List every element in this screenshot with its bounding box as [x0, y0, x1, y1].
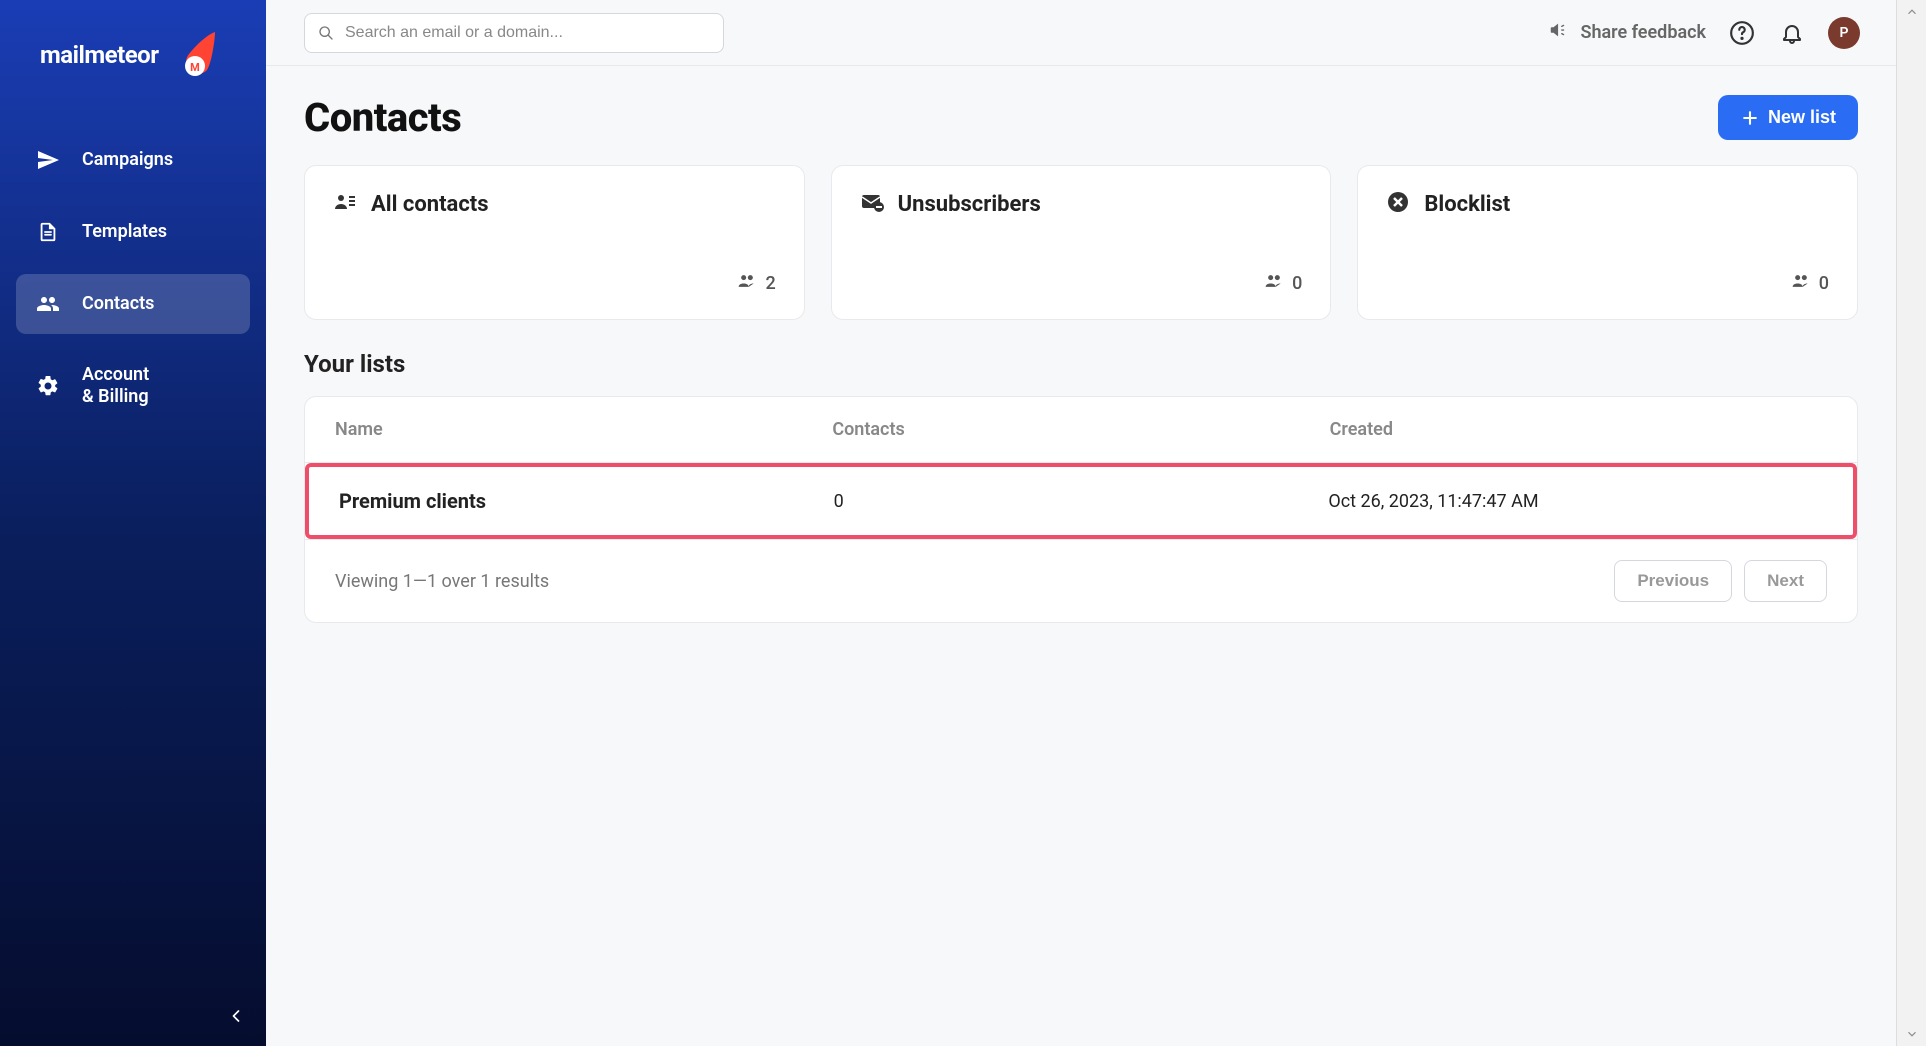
nav-label: Templates — [82, 221, 167, 243]
new-list-button[interactable]: New list — [1718, 95, 1858, 140]
table-row[interactable]: Premium clients 0 Oct 26, 2023, 11:47:47… — [305, 463, 1857, 539]
content: Contacts New list All contacts 2 — [266, 66, 1896, 1046]
table-header-row: Name Contacts Created — [305, 397, 1857, 463]
send-icon — [36, 148, 60, 172]
card-blocklist[interactable]: Blocklist 0 — [1357, 165, 1858, 320]
th-created: Created — [1330, 419, 1827, 440]
row-name: Premium clients — [339, 489, 834, 513]
sidebar-collapse-toggle[interactable] — [222, 1002, 250, 1030]
brand-logo[interactable]: mailmeteor M — [0, 20, 266, 110]
topbar-right: Share feedback P — [1548, 17, 1860, 49]
svg-text:M: M — [190, 61, 200, 74]
card-title: All contacts — [371, 192, 489, 217]
topbar: Share feedback P — [266, 0, 1896, 66]
feedback-label: Share feedback — [1580, 22, 1706, 43]
th-contacts: Contacts — [832, 419, 1329, 440]
row-created: Oct 26, 2023, 11:47:47 AM — [1328, 491, 1823, 512]
search-wrap — [304, 13, 724, 53]
document-icon — [36, 220, 60, 244]
unsubscribe-icon — [860, 190, 884, 218]
sidebar-item-contacts[interactable]: Contacts — [16, 274, 250, 334]
avatar[interactable]: P — [1828, 17, 1860, 49]
people-icon — [36, 292, 60, 316]
new-list-label: New list — [1768, 107, 1836, 128]
scrollbar-down-icon[interactable] — [1897, 1022, 1926, 1046]
sidebar: mailmeteor M Campaigns Templates — [0, 0, 266, 1046]
block-icon — [1386, 190, 1410, 218]
search-icon — [318, 25, 334, 41]
previous-button[interactable]: Previous — [1614, 560, 1732, 602]
card-title: Blocklist — [1424, 192, 1510, 217]
people-icon — [1791, 271, 1811, 295]
nav-label: Contacts — [82, 293, 154, 315]
table-footer: Viewing 1—1 over 1 results Previous Next — [305, 539, 1857, 622]
people-icon — [737, 271, 757, 295]
meteor-icon: M — [167, 30, 217, 80]
card-all-contacts[interactable]: All contacts 2 — [304, 165, 805, 320]
next-button[interactable]: Next — [1744, 560, 1827, 602]
gear-icon — [36, 374, 60, 398]
stat-cards-row: All contacts 2 Unsubscribers — [304, 165, 1858, 320]
nav-list: Campaigns Templates Contacts Account & B… — [0, 130, 266, 437]
share-feedback-button[interactable]: Share feedback — [1548, 19, 1706, 46]
row-contacts: 0 — [834, 491, 1329, 512]
result-text: Viewing 1—1 over 1 results — [335, 571, 549, 592]
nav-label: Campaigns — [82, 149, 173, 171]
megaphone-icon — [1548, 19, 1570, 46]
scrollbar[interactable] — [1896, 0, 1926, 1046]
sidebar-item-account-billing[interactable]: Account & Billing — [16, 346, 250, 425]
card-title: Unsubscribers — [898, 192, 1041, 217]
brand-name: mailmeteor — [40, 41, 159, 69]
person-list-icon — [333, 190, 357, 218]
notifications-button[interactable] — [1778, 19, 1806, 47]
search-input[interactable] — [304, 13, 724, 53]
scrollbar-up-icon[interactable] — [1897, 0, 1926, 24]
pager: Previous Next — [1614, 560, 1827, 602]
lists-table: Name Contacts Created Premium clients 0 … — [304, 396, 1858, 623]
card-count: 0 — [1819, 273, 1829, 294]
card-count: 0 — [1292, 273, 1302, 294]
sidebar-item-campaigns[interactable]: Campaigns — [16, 130, 250, 190]
card-count: 2 — [765, 273, 775, 294]
section-title: Your lists — [304, 350, 1858, 378]
card-unsubscribers[interactable]: Unsubscribers 0 — [831, 165, 1332, 320]
plus-icon — [1740, 108, 1760, 128]
sidebar-item-templates[interactable]: Templates — [16, 202, 250, 262]
page-header: Contacts New list — [304, 94, 1858, 141]
people-icon — [1264, 271, 1284, 295]
main-wrap: Share feedback P Contacts New list — [266, 0, 1926, 1046]
th-name: Name — [335, 419, 832, 440]
help-button[interactable] — [1728, 19, 1756, 47]
page-title: Contacts — [304, 94, 461, 141]
nav-label: Account & Billing — [82, 364, 149, 407]
avatar-initial: P — [1840, 25, 1849, 41]
